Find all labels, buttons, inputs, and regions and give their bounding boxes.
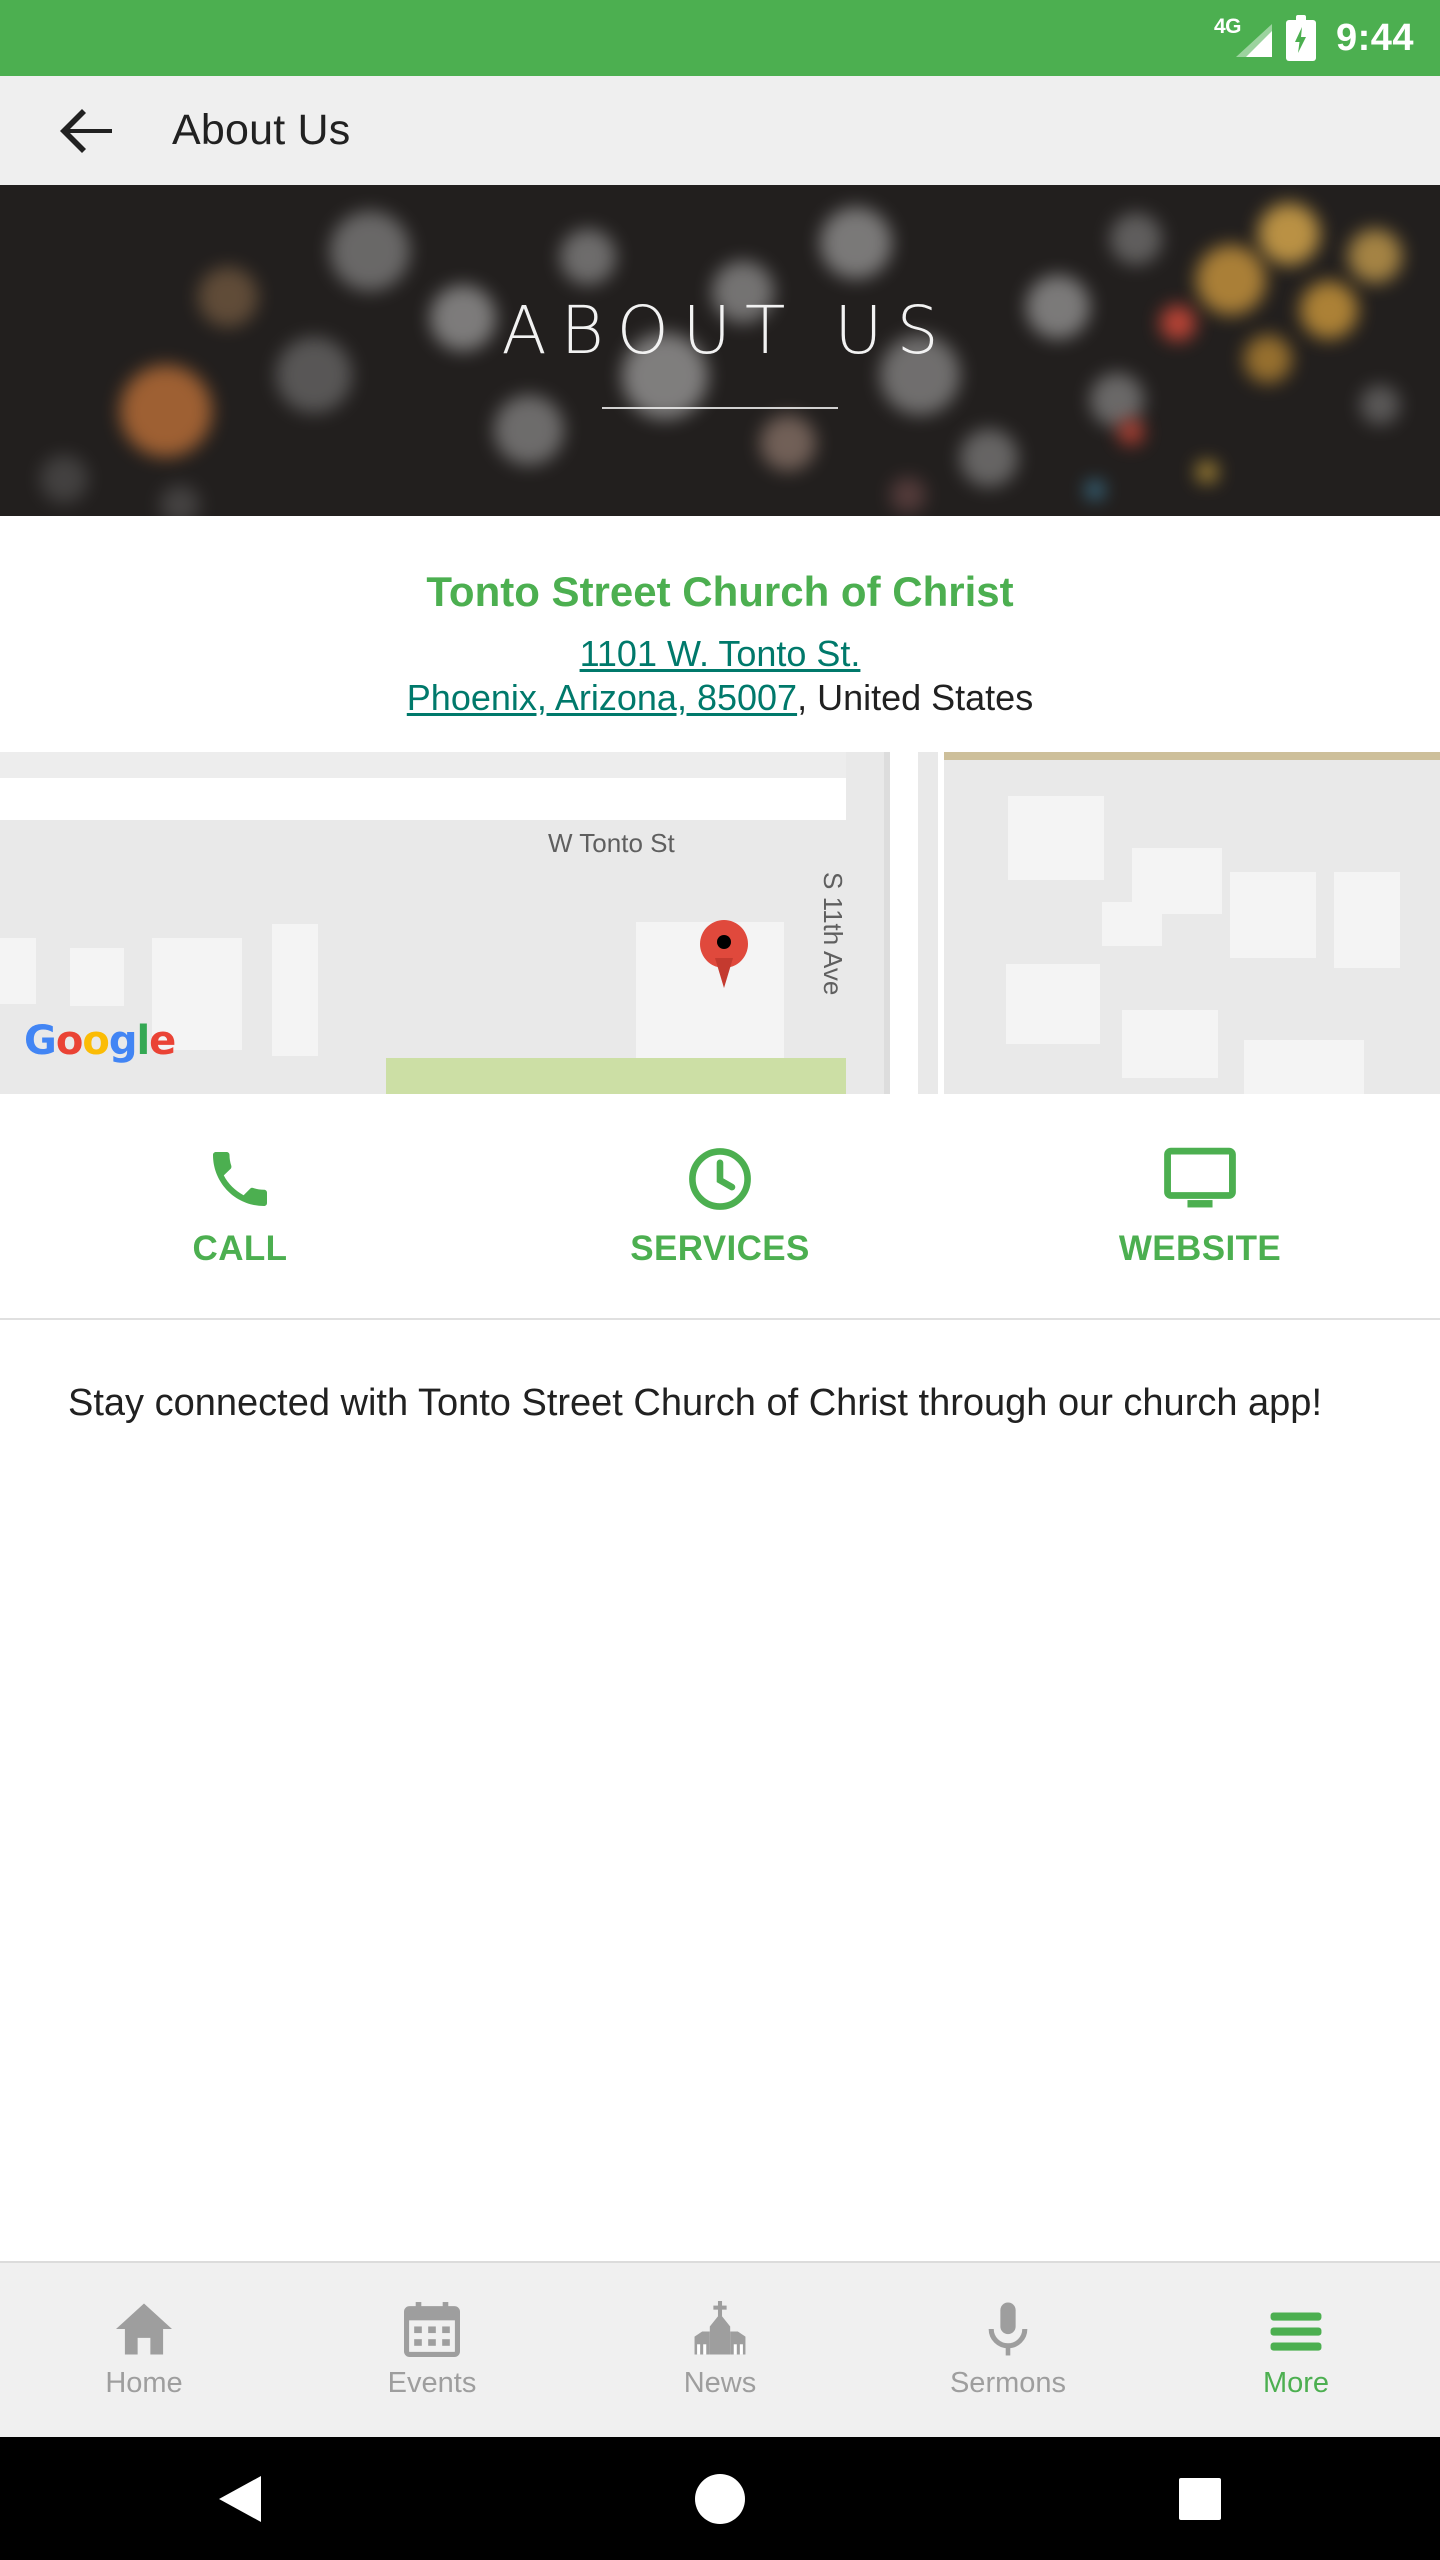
nav-label-home: Home [105,2366,183,2399]
address-line-2-link[interactable]: Phoenix, Arizona, 85007 [407,677,797,718]
signal-bars-icon: 4G [1214,15,1272,61]
nav-label-more: More [1262,2366,1330,2399]
android-back-icon[interactable] [195,2454,285,2544]
system-navigation-bar [0,2437,1440,2560]
nav-label-events: Events [387,2366,477,2399]
map-preview[interactable]: W Tonto St S 11th Ave Google [0,751,1440,1094]
battery-bolt-glyph [1294,27,1306,53]
hero-title: ABOUT US [501,292,953,369]
android-home-icon[interactable] [675,2454,765,2544]
map-building [70,947,124,1006]
nav-item-events[interactable]: Events [288,2301,576,2400]
map-top-band [0,751,846,778]
nav-label-news: News [683,2366,757,2399]
google-watermark: Google [24,1017,176,1064]
home-icon [116,2303,172,2354]
hamburger-icon [1270,2311,1322,2351]
hero-banner: ABOUT US [0,185,1440,516]
signal-bars-glyph [1235,24,1272,57]
map-road-vertical [890,751,918,1094]
services-button[interactable]: SERVICES [480,1143,960,1269]
church-icon [694,2300,746,2354]
call-label: CALL [192,1228,288,1268]
app-bar: About Us [0,76,1440,185]
website-button[interactable]: WEBSITE [960,1143,1440,1269]
map-road-horizontal [0,777,846,820]
clock-icon [689,1147,751,1210]
phone-icon [213,1151,267,1206]
about-blurb: Stay connected with Tonto Street Church … [68,1381,1322,1424]
monitor-icon [1164,1147,1236,1208]
map-street-label-vertical: S 11th Ave [818,871,848,996]
address-line-1-link[interactable]: 1101 W. Tonto St. [580,633,861,674]
church-address: 1101 W. Tonto St. Phoenix, Arizona, 8500… [0,632,1440,720]
map-building [0,937,36,1004]
bottom-navigation: Home Events News Sermons More [0,2261,1440,2437]
website-label: WEBSITE [1118,1228,1282,1268]
call-button[interactable]: CALL [0,1143,480,1269]
church-info: Tonto Street Church of Christ 1101 W. To… [0,516,1440,720]
battery-charging-icon [1285,15,1316,61]
nav-item-home[interactable]: Home [0,2301,288,2400]
map-street-label-horizontal: W Tonto St [548,827,675,858]
calendar-icon [404,2301,460,2357]
services-label: SERVICES [630,1228,810,1268]
back-arrow-glyph [60,108,112,153]
map-building [296,1015,318,1042]
address-country: , United States [797,676,1034,718]
hero-divider [602,407,838,409]
android-recents-icon[interactable] [1155,2454,1245,2544]
nav-item-news[interactable]: News [576,2300,864,2400]
church-name: Tonto Street Church of Christ [426,568,1014,615]
map-right-tile [944,751,1440,1094]
android-home-glyph [695,2473,745,2524]
nav-label-sermons: Sermons [949,2366,1067,2399]
map-green-area [386,1057,846,1094]
nav-item-sermons[interactable]: Sermons [864,2301,1152,2400]
status-bar: 4G 9:44 [0,0,1440,76]
status-icons: 4G 9:44 [1214,15,1414,61]
action-row: CALL SERVICES WEBSITE [0,1093,1440,1320]
back-arrow-icon[interactable] [58,103,114,159]
map-pin-icon [700,919,748,988]
android-back-glyph [219,2475,261,2522]
app-screen: 4G 9:44 About Us ABOUT US Tonto Street C… [0,0,1440,2560]
android-recents-glyph [1179,2477,1221,2520]
nav-item-more[interactable]: More [1152,2301,1440,2400]
status-clock: 9:44 [1335,16,1414,59]
page-title: About Us [172,106,351,154]
microphone-icon [988,2302,1028,2355]
